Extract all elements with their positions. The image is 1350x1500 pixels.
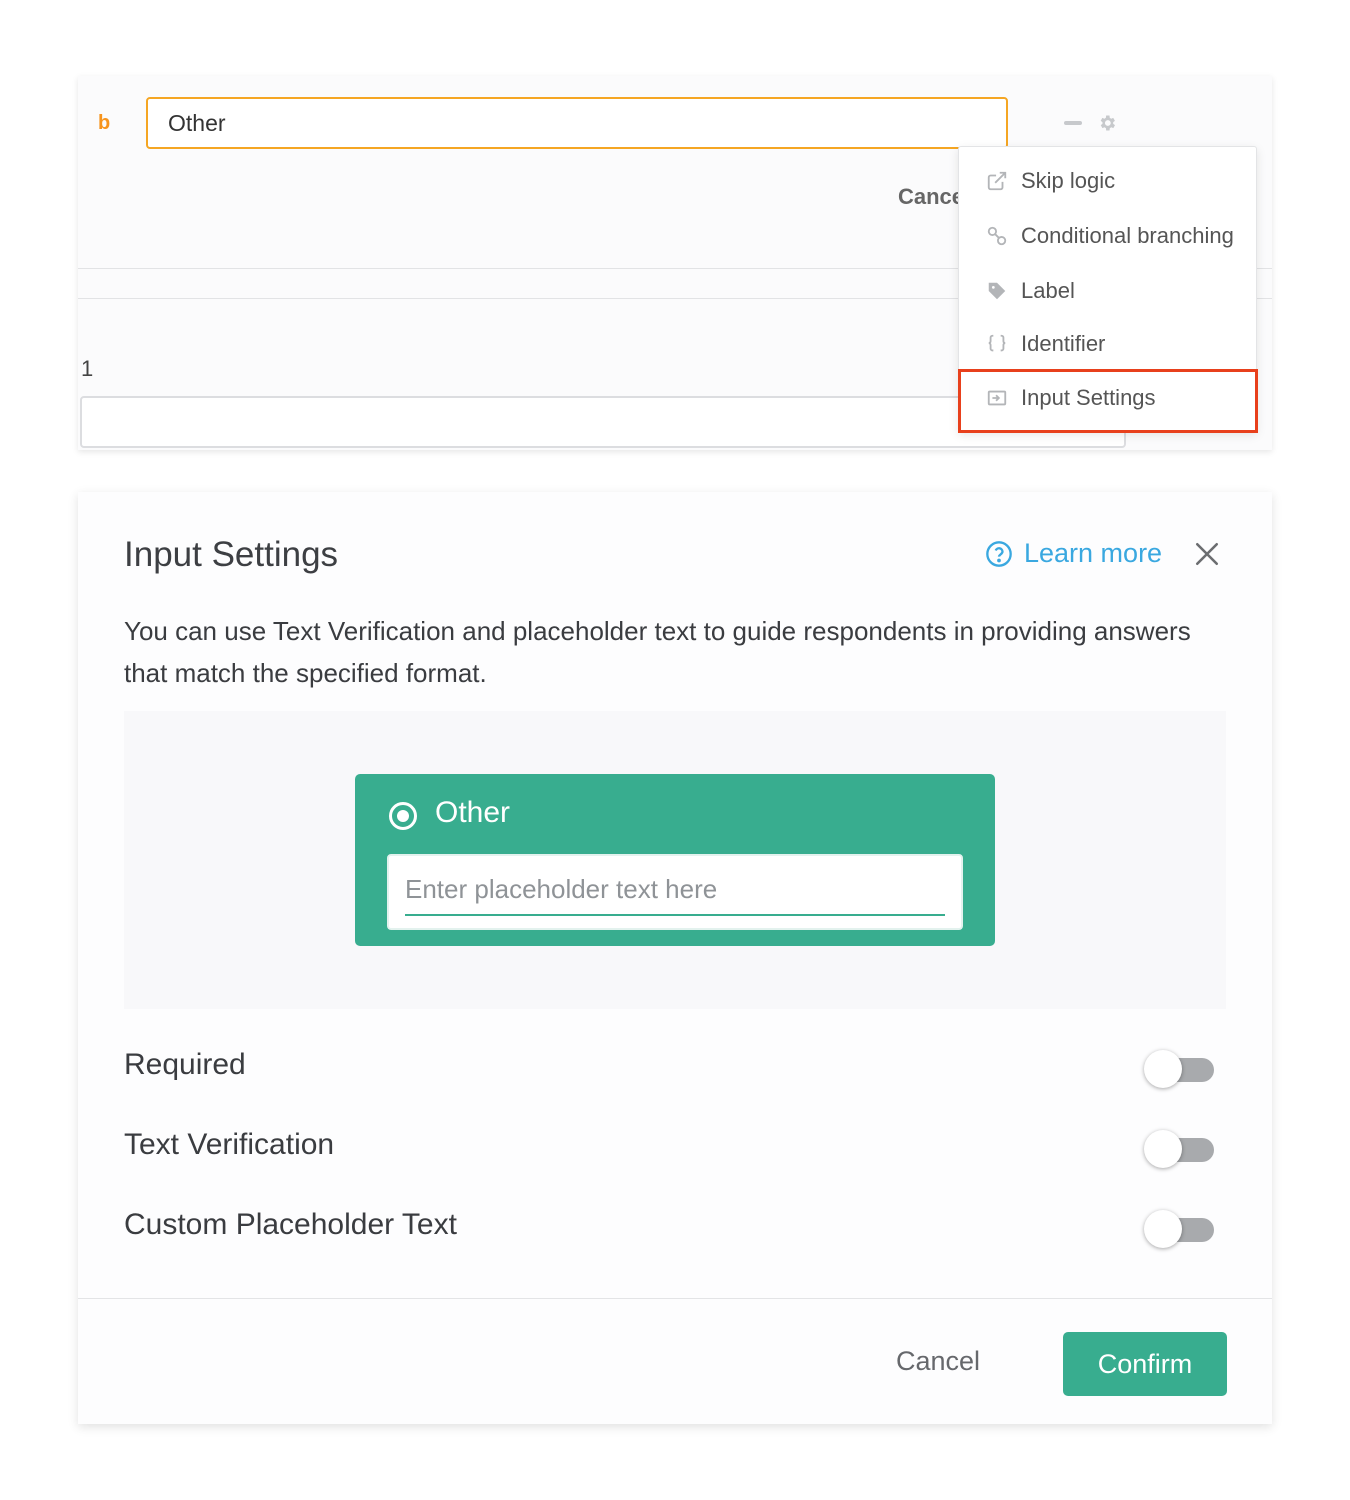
menu-item-label: Skip logic	[1021, 168, 1116, 193]
input-settings-modal: Input Settings Learn more You can use Te…	[78, 492, 1272, 1424]
cancel-button[interactable]: Cancel	[898, 184, 958, 210]
menu-item-label: Label	[1021, 278, 1075, 303]
menu-item-label: Conditional branching	[1021, 223, 1234, 248]
gear-icon[interactable]	[1097, 113, 1117, 133]
external-link-icon	[985, 169, 1009, 193]
setting-label: Text Verification	[124, 1128, 335, 1161]
toggle-knob	[1144, 1130, 1182, 1168]
link-icon	[985, 224, 1009, 248]
option-text-input[interactable]: Other	[146, 97, 1008, 149]
row-number: 1	[81, 356, 94, 381]
setting-row-custom-placeholder: Custom Placeholder Text	[124, 1208, 1224, 1248]
preview-placeholder-input: Enter placeholder text here	[387, 854, 963, 930]
menu-item-label: Identifier	[1021, 331, 1106, 356]
confirm-button[interactable]: Confirm	[1063, 1332, 1227, 1396]
option-letter: b	[98, 112, 111, 134]
minus-icon[interactable]	[1064, 121, 1082, 125]
modal-description: You can use Text Verification and placeh…	[124, 616, 1191, 688]
setting-label: Custom Placeholder Text	[124, 1208, 457, 1241]
toggle-knob	[1144, 1050, 1182, 1088]
highlight-box	[958, 369, 1258, 433]
placeholder-text: Enter placeholder text here	[405, 874, 718, 904]
braces-icon	[985, 332, 1009, 356]
setting-row-text-verification: Text Verification	[124, 1128, 1224, 1168]
setting-row-required: Required	[124, 1048, 1224, 1088]
menu-item-label-tag[interactable]: Label	[959, 264, 1256, 318]
radio-selected-icon	[389, 802, 417, 830]
menu-item-skip-logic[interactable]: Skip logic	[959, 154, 1256, 208]
required-toggle[interactable]	[1142, 1050, 1216, 1090]
preview-option-card: Other Enter placeholder text here	[355, 774, 995, 946]
preview-option-label: Other	[435, 796, 511, 829]
text-verification-toggle[interactable]	[1142, 1130, 1216, 1170]
custom-placeholder-toggle[interactable]	[1142, 1210, 1216, 1250]
learn-more-link[interactable]: Learn more	[985, 538, 1162, 569]
footer-divider	[78, 1298, 1272, 1299]
toggle-knob	[1144, 1210, 1182, 1248]
menu-item-identifier[interactable]: Identifier	[959, 317, 1256, 371]
help-circle-icon	[986, 540, 1012, 567]
modal-title: Input Settings	[124, 535, 339, 574]
tag-icon	[985, 279, 1009, 303]
learn-more-label: Learn more	[1024, 538, 1163, 568]
menu-item-conditional-branching[interactable]: Conditional branching	[959, 209, 1256, 263]
cancel-button[interactable]: Cancel	[896, 1346, 980, 1377]
preview-area: Other Enter placeholder text here	[124, 711, 1226, 1009]
setting-label: Required	[124, 1048, 246, 1081]
input-underline	[405, 914, 945, 916]
close-icon[interactable]	[1194, 541, 1220, 567]
